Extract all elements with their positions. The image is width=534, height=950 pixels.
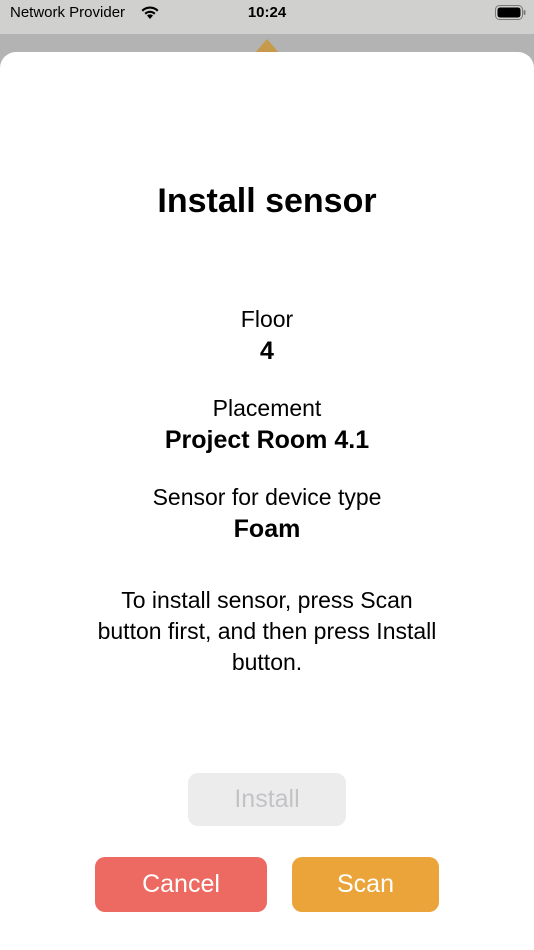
install-button[interactable]: Install (188, 773, 346, 826)
floor-label: Floor (240, 306, 294, 332)
device-type-label: Sensor for device type (152, 484, 382, 510)
placement-value: Project Room 4.1 (164, 426, 370, 454)
scan-button[interactable]: Scan (292, 857, 439, 912)
page-title: Install sensor (157, 182, 377, 220)
battery-icon (495, 5, 526, 20)
floor-value: 4 (260, 337, 274, 365)
status-bar: Network Provider 10:24 (0, 0, 534, 34)
status-time: 10:24 (247, 4, 287, 21)
cancel-button[interactable]: Cancel (95, 857, 267, 912)
device-type-value: Foam (233, 515, 301, 543)
placement-label: Placement (212, 395, 322, 421)
instructions-text: To install sensor, press Scan button fir… (97, 587, 437, 675)
caret-up-icon (255, 39, 279, 53)
